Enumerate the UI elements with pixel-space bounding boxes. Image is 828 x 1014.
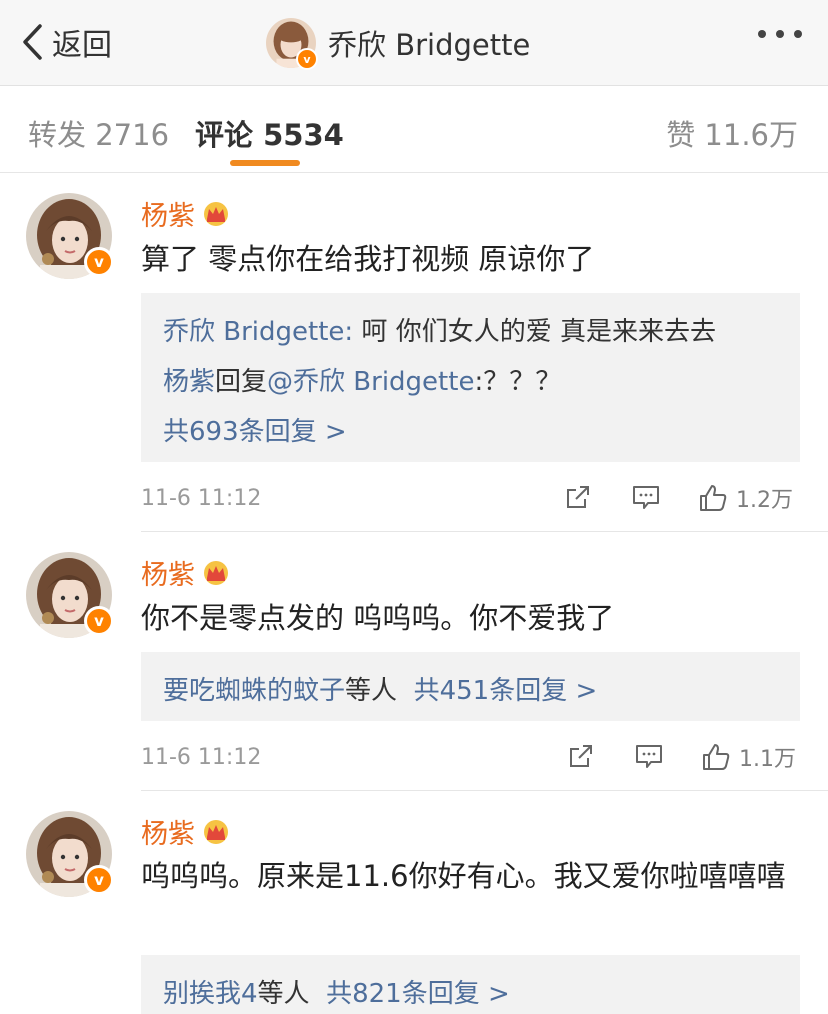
tab-reposts[interactable]: 转发 2716 bbox=[28, 112, 169, 154]
page-title: 乔欣 Bridgette bbox=[328, 28, 531, 62]
author-avatar[interactable]: v bbox=[266, 18, 318, 70]
comment-text: 你不是零点发的 呜呜呜。你不爱我了 bbox=[141, 601, 615, 635]
commenter-name[interactable]: 杨紫 bbox=[141, 812, 195, 851]
like-button[interactable]: 1.1万 bbox=[701, 741, 796, 773]
reply-line: 杨紫回复@乔欣 Bridgette:？？？ bbox=[163, 361, 561, 398]
comment-icon bbox=[631, 482, 661, 512]
like-count: 1.2万 bbox=[736, 488, 793, 513]
reply-text: :？？？ bbox=[474, 367, 562, 397]
reply-button[interactable] bbox=[631, 482, 661, 512]
verified-badge-icon: v bbox=[84, 865, 114, 895]
commenter-name[interactable]: 杨紫 bbox=[141, 553, 195, 592]
comment-icon bbox=[634, 741, 664, 771]
comment-text: 算了 零点你在给我打视频 原谅你了 bbox=[141, 242, 595, 276]
reply-others-text: 等人 bbox=[257, 979, 310, 1009]
reply-user-link[interactable]: 乔欣 Bridgette: bbox=[163, 317, 353, 347]
divider bbox=[141, 531, 828, 532]
reply-mention-link[interactable]: @乔欣 Bridgette bbox=[267, 367, 474, 397]
reply-text: 呵 你们女人的爱 真是来来去去 bbox=[353, 317, 716, 347]
reply-count-link[interactable]: 共693条回复 > bbox=[163, 411, 347, 448]
commenter-avatar[interactable]: v bbox=[26, 193, 114, 279]
verified-badge-icon: v bbox=[296, 48, 318, 70]
reply-button[interactable] bbox=[634, 741, 664, 771]
back-button[interactable]: 返回 bbox=[20, 22, 112, 63]
verified-badge-icon: v bbox=[84, 606, 114, 636]
thumbs-up-icon bbox=[701, 742, 731, 772]
divider bbox=[141, 790, 828, 791]
share-icon bbox=[566, 741, 596, 771]
back-label: 返回 bbox=[52, 28, 112, 63]
reply-line: 要吃蜘蛛的蚊子等人 共451条回复 > bbox=[163, 670, 597, 707]
active-tab-indicator bbox=[230, 160, 300, 166]
like-button[interactable]: 1.2万 bbox=[698, 482, 793, 514]
reply-line: 乔欣 Bridgette: 呵 你们女人的爱 真是来来去去 bbox=[163, 311, 716, 348]
share-icon bbox=[563, 482, 593, 512]
repost-button[interactable] bbox=[566, 741, 596, 771]
more-dot-icon bbox=[758, 30, 766, 38]
verified-badge-icon: v bbox=[84, 247, 114, 277]
more-dot-icon bbox=[794, 30, 802, 38]
reply-verb: 回复 bbox=[215, 367, 268, 397]
crown-icon bbox=[201, 560, 231, 586]
top-nav-bar: 返回 v 乔欣 Bridgette bbox=[0, 0, 828, 86]
page-title-group[interactable]: v 乔欣 Bridgette bbox=[266, 17, 531, 70]
crown-icon bbox=[201, 819, 231, 845]
reply-user-link[interactable]: 别挨我4 bbox=[163, 979, 258, 1009]
repost-button[interactable] bbox=[563, 482, 593, 512]
reply-preview-box[interactable]: 要吃蜘蛛的蚊子等人 共451条回复 > bbox=[141, 652, 800, 721]
reply-count-link[interactable]: 共451条回复 > bbox=[414, 676, 598, 706]
crown-icon bbox=[201, 201, 231, 227]
comment-timestamp: 11-6 11:12 bbox=[141, 486, 262, 511]
chevron-left-icon bbox=[23, 24, 42, 60]
reply-count-link[interactable]: 共821条回复 > bbox=[326, 979, 510, 1009]
reply-preview-box[interactable]: 别挨我4等人 共821条回复 > bbox=[141, 955, 800, 1014]
tab-likes[interactable]: 赞 11.6万 bbox=[666, 112, 798, 154]
reply-user-link[interactable]: 要吃蜘蛛的蚊子 bbox=[163, 676, 345, 706]
more-dot-icon bbox=[776, 30, 784, 38]
comment-text: 呜呜呜。原来是11.6你好有心。我又爱你啦嘻嘻嘻 bbox=[141, 859, 786, 893]
tab-comments[interactable]: 评论 5534 bbox=[195, 112, 344, 154]
comment-timestamp: 11-6 11:12 bbox=[141, 745, 262, 770]
thumbs-up-icon bbox=[698, 483, 728, 513]
tab-bar: 转发 2716 评论 5534 赞 11.6万 bbox=[0, 86, 828, 173]
more-options-button[interactable] bbox=[758, 30, 802, 38]
reply-user-link[interactable]: 杨紫 bbox=[163, 367, 215, 397]
reply-preview-box[interactable]: 乔欣 Bridgette: 呵 你们女人的爱 真是来来去去 杨紫回复@乔欣 Br… bbox=[141, 293, 800, 462]
commenter-avatar[interactable]: v bbox=[26, 811, 114, 897]
like-count: 1.1万 bbox=[739, 747, 796, 772]
commenter-name[interactable]: 杨紫 bbox=[141, 194, 195, 233]
reply-line: 别挨我4等人 共821条回复 > bbox=[163, 973, 510, 1010]
commenter-avatar[interactable]: v bbox=[26, 552, 114, 638]
reply-others-text: 等人 bbox=[345, 676, 398, 706]
